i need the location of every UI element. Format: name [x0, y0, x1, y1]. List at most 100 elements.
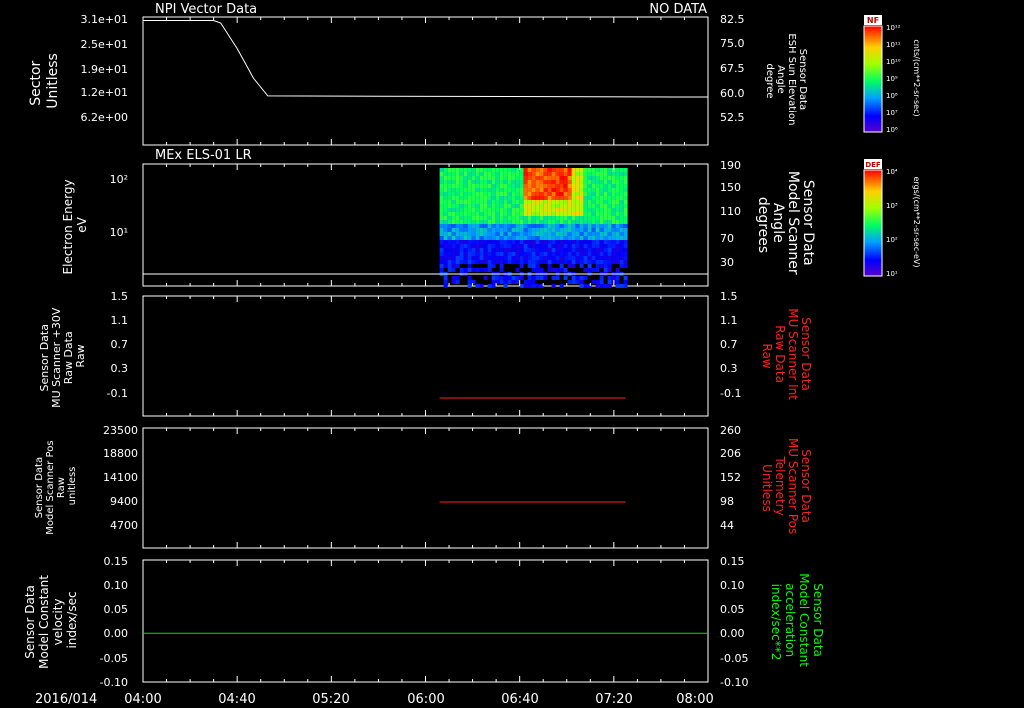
ylabel-line: eV	[75, 216, 89, 232]
spectrogram-cell	[535, 276, 540, 280]
spectrogram-cell	[507, 216, 512, 220]
spectrogram-cell	[547, 268, 552, 272]
ytick: 1.9e+01	[81, 63, 128, 76]
spectrogram-cell	[451, 184, 456, 188]
spectrogram-cell	[567, 188, 572, 192]
spectrogram-cell	[511, 228, 516, 232]
spectrogram-cell	[475, 216, 480, 220]
spectrogram-cell	[499, 176, 504, 180]
spectrogram-cell	[587, 284, 592, 288]
spectrogram-cell	[495, 244, 500, 248]
spectrogram-cell	[551, 220, 556, 224]
spectrogram-cell	[483, 232, 488, 236]
spectrogram-cell	[507, 196, 512, 200]
spectrogram-cell	[487, 216, 492, 220]
spectrogram-cell	[599, 280, 604, 284]
spectrogram-cell	[503, 236, 508, 240]
spectrogram-cell	[567, 192, 572, 196]
colorbar-def-ticks: 10⁴ 10³ 10² 10¹	[886, 168, 898, 278]
spectrogram-cell	[455, 200, 460, 204]
spectrogram-cell	[471, 188, 476, 192]
ytick: 0.00	[720, 627, 745, 640]
spectrogram-cell	[599, 244, 604, 248]
spectrogram-cell	[603, 284, 608, 288]
spectrogram-cell	[515, 276, 520, 280]
ylabel-line: MU Scanner Int	[786, 308, 800, 400]
spectrogram-cell	[623, 180, 628, 184]
spectrogram-cell	[559, 192, 564, 196]
spectrogram-cell	[531, 212, 536, 216]
spectrogram-cell	[527, 208, 532, 212]
spectrogram-cell	[607, 208, 612, 212]
spectrogram-cell	[539, 172, 544, 176]
spectrogram-cell	[439, 236, 444, 240]
spectrogram-cell	[475, 184, 480, 188]
spectrogram-cell	[503, 184, 508, 188]
spectrogram-cell	[503, 244, 508, 248]
spectrogram-cell	[555, 216, 560, 220]
panel-5: 0.15 0.10 0.05 0.00 -0.05 -0.10 0.15 0.1…	[23, 555, 825, 689]
spectrogram-cell	[555, 204, 560, 208]
panel-2-ylabel-right: Sensor Data Model Scanner Angle degrees	[755, 171, 816, 279]
spectrogram-cell	[535, 192, 540, 196]
spectrogram-cell	[555, 248, 560, 252]
spectrogram-cell	[483, 176, 488, 180]
spectrogram-cell	[455, 232, 460, 236]
spectrogram-cell	[515, 172, 520, 176]
spectrogram-cell	[591, 224, 596, 228]
spectrogram-cell	[523, 188, 528, 192]
spectrogram-cell	[527, 180, 532, 184]
spectrogram-cell	[531, 220, 536, 224]
spectrogram-cell	[615, 268, 620, 272]
spectrogram-cell	[535, 236, 540, 240]
spectrogram-cell	[491, 192, 496, 196]
spectrogram-cell	[511, 224, 516, 228]
spectrogram-cell	[619, 200, 624, 204]
spectrogram-cell	[443, 204, 448, 208]
spectrogram-cell	[467, 284, 472, 288]
spectrogram-cell	[555, 168, 560, 172]
ytick: 82.5	[720, 13, 745, 26]
spectrogram-cell	[595, 180, 600, 184]
colorbar-nf-bar	[863, 25, 883, 133]
spectrogram-cell	[479, 220, 484, 224]
spectrogram-cell	[503, 180, 508, 184]
spectrogram-cell	[483, 220, 488, 224]
spectrogram-cell	[495, 256, 500, 260]
spectrogram-cell	[555, 184, 560, 188]
ytick: 9400	[110, 495, 138, 508]
spectrogram-cell	[555, 176, 560, 180]
spectrogram-cell	[539, 212, 544, 216]
ytick: 18800	[103, 447, 138, 460]
spectrogram-cell	[563, 200, 568, 204]
spectrogram-cell	[571, 192, 576, 196]
spectrogram-cell	[531, 276, 536, 280]
spectrogram-cell	[615, 252, 620, 256]
spectrogram-cell	[551, 248, 556, 252]
spectrogram-cell	[563, 196, 568, 200]
spectrogram-cell	[531, 192, 536, 196]
spectrogram-cell	[471, 200, 476, 204]
spectrogram-cell	[459, 172, 464, 176]
spectrogram-cell	[591, 212, 596, 216]
spectrogram-cell	[531, 200, 536, 204]
spectrogram-cell	[619, 228, 624, 232]
spectrogram-cell	[587, 240, 592, 244]
spectrogram-cell	[475, 248, 480, 252]
spectrogram-cell	[567, 216, 572, 220]
spectrogram-cell	[579, 200, 584, 204]
spectrogram-cell	[543, 276, 548, 280]
spectrogram-cell	[527, 168, 532, 172]
spectrogram-cell	[455, 276, 460, 280]
ytick: 206	[720, 447, 741, 460]
spectrogram-cell	[519, 244, 524, 248]
spectrogram-cell	[551, 256, 556, 260]
spectrogram-cell	[555, 268, 560, 272]
spectrogram-cell	[499, 212, 504, 216]
spectrogram-cell	[447, 240, 452, 244]
spectrogram-cell	[467, 184, 472, 188]
spectrogram-cell	[471, 248, 476, 252]
spectrogram-cell	[499, 260, 504, 264]
spectrogram-cell	[495, 240, 500, 244]
spectrogram-cell	[447, 180, 452, 184]
